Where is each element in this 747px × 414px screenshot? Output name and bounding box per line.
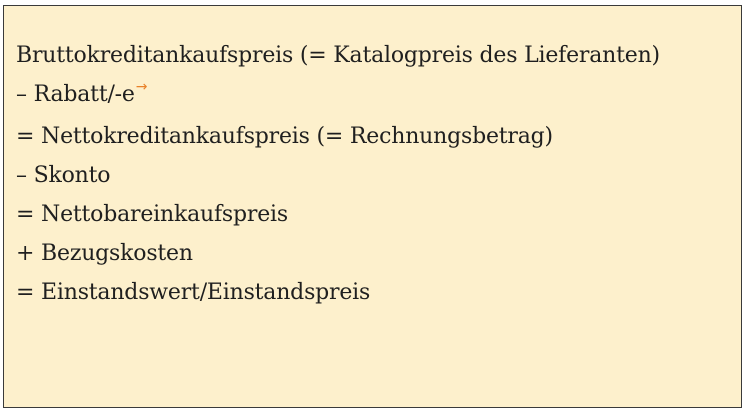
line-netto-kredit-text: = Nettokreditankaufspreis (= Rechnungsbe… bbox=[16, 124, 553, 149]
line-einstand: = Einstandswert/Einstandspreis bbox=[16, 273, 660, 312]
calculation-lines: Bruttokreditankaufspreis (= Katalogpreis… bbox=[16, 36, 660, 312]
line-rabatt-text: – Rabatt/-e bbox=[16, 82, 135, 107]
line-brutto-text: Bruttokreditankaufspreis (= Katalogpreis… bbox=[16, 43, 660, 68]
line-skonto-text: – Skonto bbox=[16, 163, 111, 188]
calculation-scheme-box: Bruttokreditankaufspreis (= Katalogpreis… bbox=[3, 5, 742, 408]
line-bezugskosten: + Bezugskosten bbox=[16, 234, 660, 273]
line-rabatt: – Rabatt/-e→ bbox=[16, 75, 660, 117]
line-skonto: – Skonto bbox=[16, 156, 660, 195]
line-einstand-text: = Einstandswert/Einstandspreis bbox=[16, 280, 371, 305]
arrow-right-icon: → bbox=[135, 79, 148, 95]
line-brutto: Bruttokreditankaufspreis (= Katalogpreis… bbox=[16, 36, 660, 75]
line-netto-kredit: = Nettokreditankaufspreis (= Rechnungsbe… bbox=[16, 117, 660, 156]
line-bezugskosten-text: + Bezugskosten bbox=[16, 241, 193, 266]
line-nettobar-text: = Nettobareinkaufspreis bbox=[16, 202, 288, 227]
line-nettobar: = Nettobareinkaufspreis bbox=[16, 195, 660, 234]
